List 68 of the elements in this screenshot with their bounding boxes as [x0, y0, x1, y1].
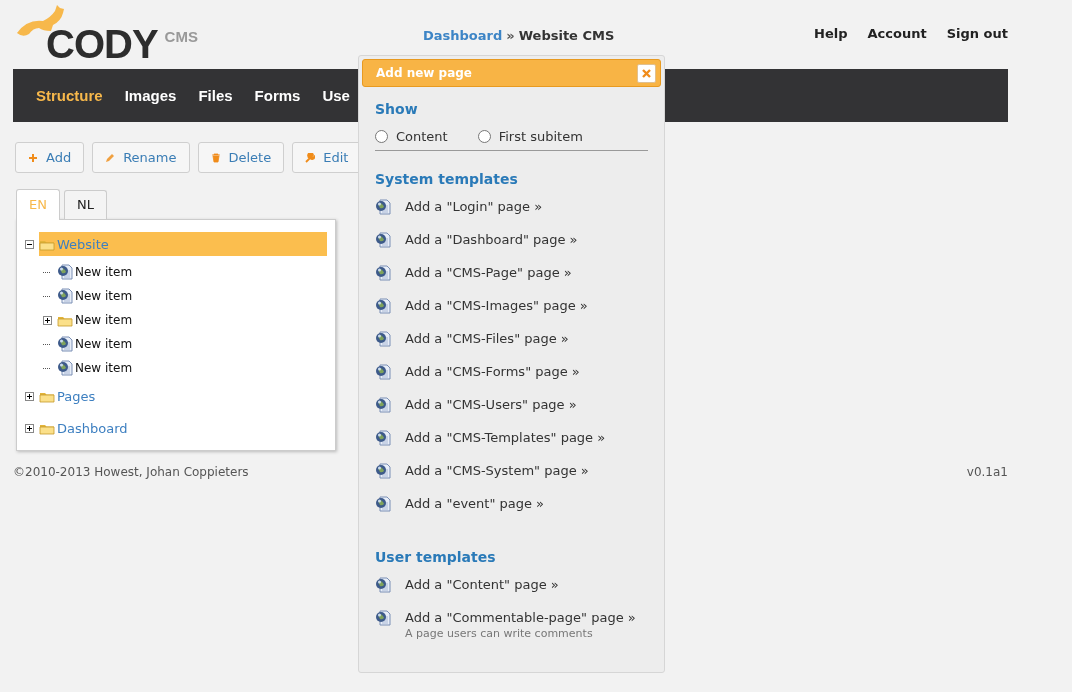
- tree-item[interactable]: New item: [57, 284, 137, 308]
- wrench-icon: [305, 152, 316, 163]
- web-page-icon: [375, 577, 391, 593]
- tree-item[interactable]: Dashboard: [39, 416, 132, 440]
- tree-item[interactable]: New item: [57, 332, 137, 356]
- close-button[interactable]: [637, 63, 656, 83]
- close-icon: [642, 68, 651, 78]
- breadcrumb-current: Website CMS: [518, 28, 615, 43]
- web-page-icon: [375, 265, 391, 281]
- template-link[interactable]: Add a "Dashboard" page »: [405, 232, 578, 247]
- template-link[interactable]: Add a "CMS-Templates" page »: [405, 430, 606, 445]
- template-link[interactable]: Add a "Login" page »: [405, 199, 543, 214]
- plus-icon: [28, 152, 38, 163]
- template-link[interactable]: Add a "CMS-Forms" page »: [405, 364, 580, 379]
- radio-button[interactable]: [477, 130, 491, 143]
- tree-item[interactable]: New item: [57, 308, 137, 332]
- nav-item[interactable]: Files: [198, 87, 233, 104]
- template-link[interactable]: Add a "CMS-Page" page »: [405, 265, 572, 280]
- logo-suffix: CMS: [164, 28, 198, 45]
- version-text: v0.1a1: [966, 465, 1008, 479]
- web-page-icon: [57, 264, 73, 280]
- web-page-icon: [375, 298, 391, 314]
- toolbar-button[interactable]: Rename: [92, 142, 190, 173]
- web-page-icon: [57, 336, 73, 352]
- toolbar-button[interactable]: Add: [15, 142, 85, 173]
- pencil-icon: [105, 152, 116, 163]
- logo-wordmark: CODY: [46, 24, 158, 64]
- template-description: A page users can write comments: [405, 627, 594, 640]
- web-page-icon: [375, 331, 391, 347]
- template-link[interactable]: Add a "CMS-Files" page »: [405, 331, 569, 346]
- radio-label: Content: [396, 129, 448, 144]
- web-page-icon: [375, 232, 391, 248]
- copyright-text: ©2010-2013 Howest, Johan Coppieters: [13, 465, 249, 479]
- dialog-title: Add new page: [376, 66, 472, 80]
- web-page-icon: [375, 430, 391, 446]
- template-link[interactable]: Add a "CMS-Users" page »: [405, 397, 577, 412]
- toolbar-button[interactable]: Delete: [197, 142, 285, 173]
- web-page-icon: [57, 360, 73, 376]
- web-page-icon: [375, 610, 391, 626]
- web-page-icon: [375, 199, 391, 215]
- template-link[interactable]: Add a "Content" page »: [405, 577, 559, 592]
- tree-item[interactable]: Pages: [39, 384, 100, 408]
- top-link[interactable]: Help: [814, 26, 848, 41]
- radio-label: First subitem: [498, 129, 583, 144]
- web-page-icon: [375, 364, 391, 380]
- template-link[interactable]: Add a "CMS-System" page »: [405, 463, 589, 478]
- section-heading: User templates: [375, 549, 497, 565]
- template-link[interactable]: Add a "event" page »: [405, 496, 545, 511]
- trash-icon: [210, 152, 221, 163]
- section-heading: Show: [375, 101, 419, 117]
- top-link[interactable]: Sign out: [946, 26, 1008, 41]
- tree-item[interactable]: New item: [57, 260, 137, 284]
- nav-item[interactable]: Structure: [36, 87, 103, 104]
- nav-item[interactable]: Images: [124, 87, 177, 104]
- web-page-icon: [375, 463, 391, 479]
- tree-item[interactable]: New item: [57, 356, 137, 380]
- nav-item[interactable]: Forms: [254, 87, 301, 104]
- web-page-icon: [375, 397, 391, 413]
- template-link[interactable]: Add a "Commentable-page" page »: [405, 610, 636, 625]
- language-tab[interactable]: NL: [63, 190, 107, 219]
- section-heading: System templates: [375, 171, 519, 187]
- template-link[interactable]: Add a "CMS-Images" page »: [405, 298, 588, 313]
- top-link[interactable]: Account: [867, 26, 927, 41]
- radio-button[interactable]: [375, 130, 388, 143]
- web-page-icon: [57, 288, 73, 304]
- nav-item[interactable]: Use: [322, 87, 350, 104]
- breadcrumb-separator: »: [506, 28, 515, 43]
- web-page-icon: [375, 496, 391, 512]
